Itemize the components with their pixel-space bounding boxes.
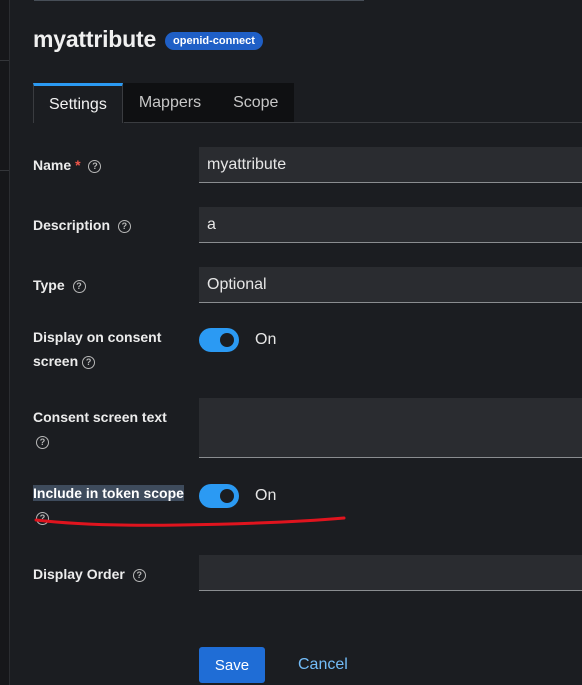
help-icon[interactable]: ? bbox=[132, 568, 146, 582]
display-order-label: Display Order ? bbox=[33, 562, 146, 586]
display-order-label-text: Display Order bbox=[33, 566, 125, 582]
save-button[interactable]: Save bbox=[199, 647, 265, 683]
cancel-button[interactable]: Cancel bbox=[298, 656, 348, 674]
display-order-input[interactable] bbox=[199, 555, 582, 591]
